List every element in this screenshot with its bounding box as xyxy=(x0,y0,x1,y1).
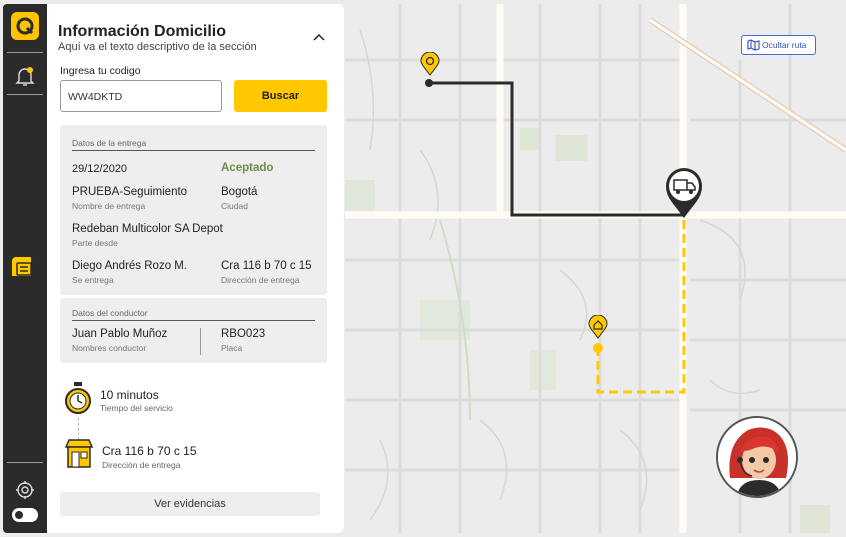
route-start-dot xyxy=(425,79,433,87)
sender: Diego Andrés Rozo M. xyxy=(72,260,188,272)
driver-card: Datos del conductor Juan Pablo Muñoz Nom… xyxy=(60,298,327,363)
plate-label: Placa xyxy=(221,343,243,353)
logo-glyph xyxy=(16,17,34,35)
origin: Redeban Multicolor SA Depot xyxy=(72,223,223,235)
map-icon xyxy=(747,39,760,51)
card-icon[interactable] xyxy=(11,256,31,276)
truck-pin-icon[interactable] xyxy=(664,166,704,220)
hide-route-label: Ocultar ruta xyxy=(762,40,807,50)
store-icon xyxy=(64,439,94,468)
sidebar-divider xyxy=(7,52,43,53)
destination-dot xyxy=(593,343,603,353)
delivery-name: PRUEBA-Seguimiento xyxy=(72,186,188,198)
destination-address: Cra 116 b 70 c 15 xyxy=(102,444,197,458)
sidebar xyxy=(3,4,47,533)
section-divider xyxy=(72,320,315,321)
view-evidence-button[interactable]: Ver evidencias xyxy=(60,492,320,516)
driver-name-label: Nombres conductor xyxy=(72,343,147,353)
service-time: 10 minutos xyxy=(100,388,159,402)
app: Ocultar ruta Información Domicilio Aquí … xyxy=(0,0,846,537)
code-label: Ingresa tu codigo xyxy=(60,65,141,77)
sidebar-divider xyxy=(7,94,43,95)
sidebar-divider xyxy=(7,462,43,463)
delivery-card: Datos de la entrega 29/12/2020 Aceptado … xyxy=(60,125,327,295)
timeline-connector xyxy=(78,418,79,440)
theme-toggle[interactable] xyxy=(12,508,38,522)
code-input[interactable]: WW4DKTD xyxy=(60,80,222,112)
sender-label: Se entrega xyxy=(72,275,114,285)
origin-pin-icon[interactable] xyxy=(420,52,440,76)
delivery-address-label: Dirección de entrega xyxy=(221,275,300,285)
search-button[interactable]: Buscar xyxy=(234,80,327,112)
info-panel: Información Domicilio Aquí va el texto d… xyxy=(47,4,344,533)
page-title: Información Domicilio xyxy=(58,23,227,40)
status-badge: Aceptado xyxy=(221,162,274,174)
delivery-date: 29/12/2020 xyxy=(72,163,128,175)
driver-section-title: Datos del conductor xyxy=(72,308,148,318)
section-divider xyxy=(72,150,315,151)
bell-icon[interactable] xyxy=(15,66,35,86)
home-pin-icon[interactable] xyxy=(588,315,608,339)
stopwatch-icon xyxy=(65,382,91,414)
quick-logo-icon[interactable] xyxy=(11,12,39,40)
city: Bogotá xyxy=(221,186,258,198)
delivery-name-label: Nombre de entrega xyxy=(72,201,146,211)
vertical-divider xyxy=(200,328,201,355)
city-label: Ciudad xyxy=(221,201,248,211)
assistant-avatar-illustration xyxy=(718,418,796,496)
service-time-label: Tiempo del servicio xyxy=(100,403,173,413)
driver-name: Juan Pablo Muñoz xyxy=(72,328,168,340)
origin-label: Parte desde xyxy=(72,238,118,248)
delivery-address: Cra 116 b 70 c 15 xyxy=(221,260,312,272)
delivery-section-title: Datos de la entrega xyxy=(72,138,147,148)
page-subtitle: Aquí va el texto descriptivo de la secci… xyxy=(58,41,257,53)
hide-route-button[interactable]: Ocultar ruta xyxy=(741,35,816,55)
plate: RBO023 xyxy=(221,328,266,340)
chevron-up-icon[interactable] xyxy=(312,32,326,42)
assistant-avatar[interactable] xyxy=(716,416,798,498)
settings-icon[interactable] xyxy=(15,480,35,500)
destination-address-label: Dirección de entrega xyxy=(102,460,181,470)
